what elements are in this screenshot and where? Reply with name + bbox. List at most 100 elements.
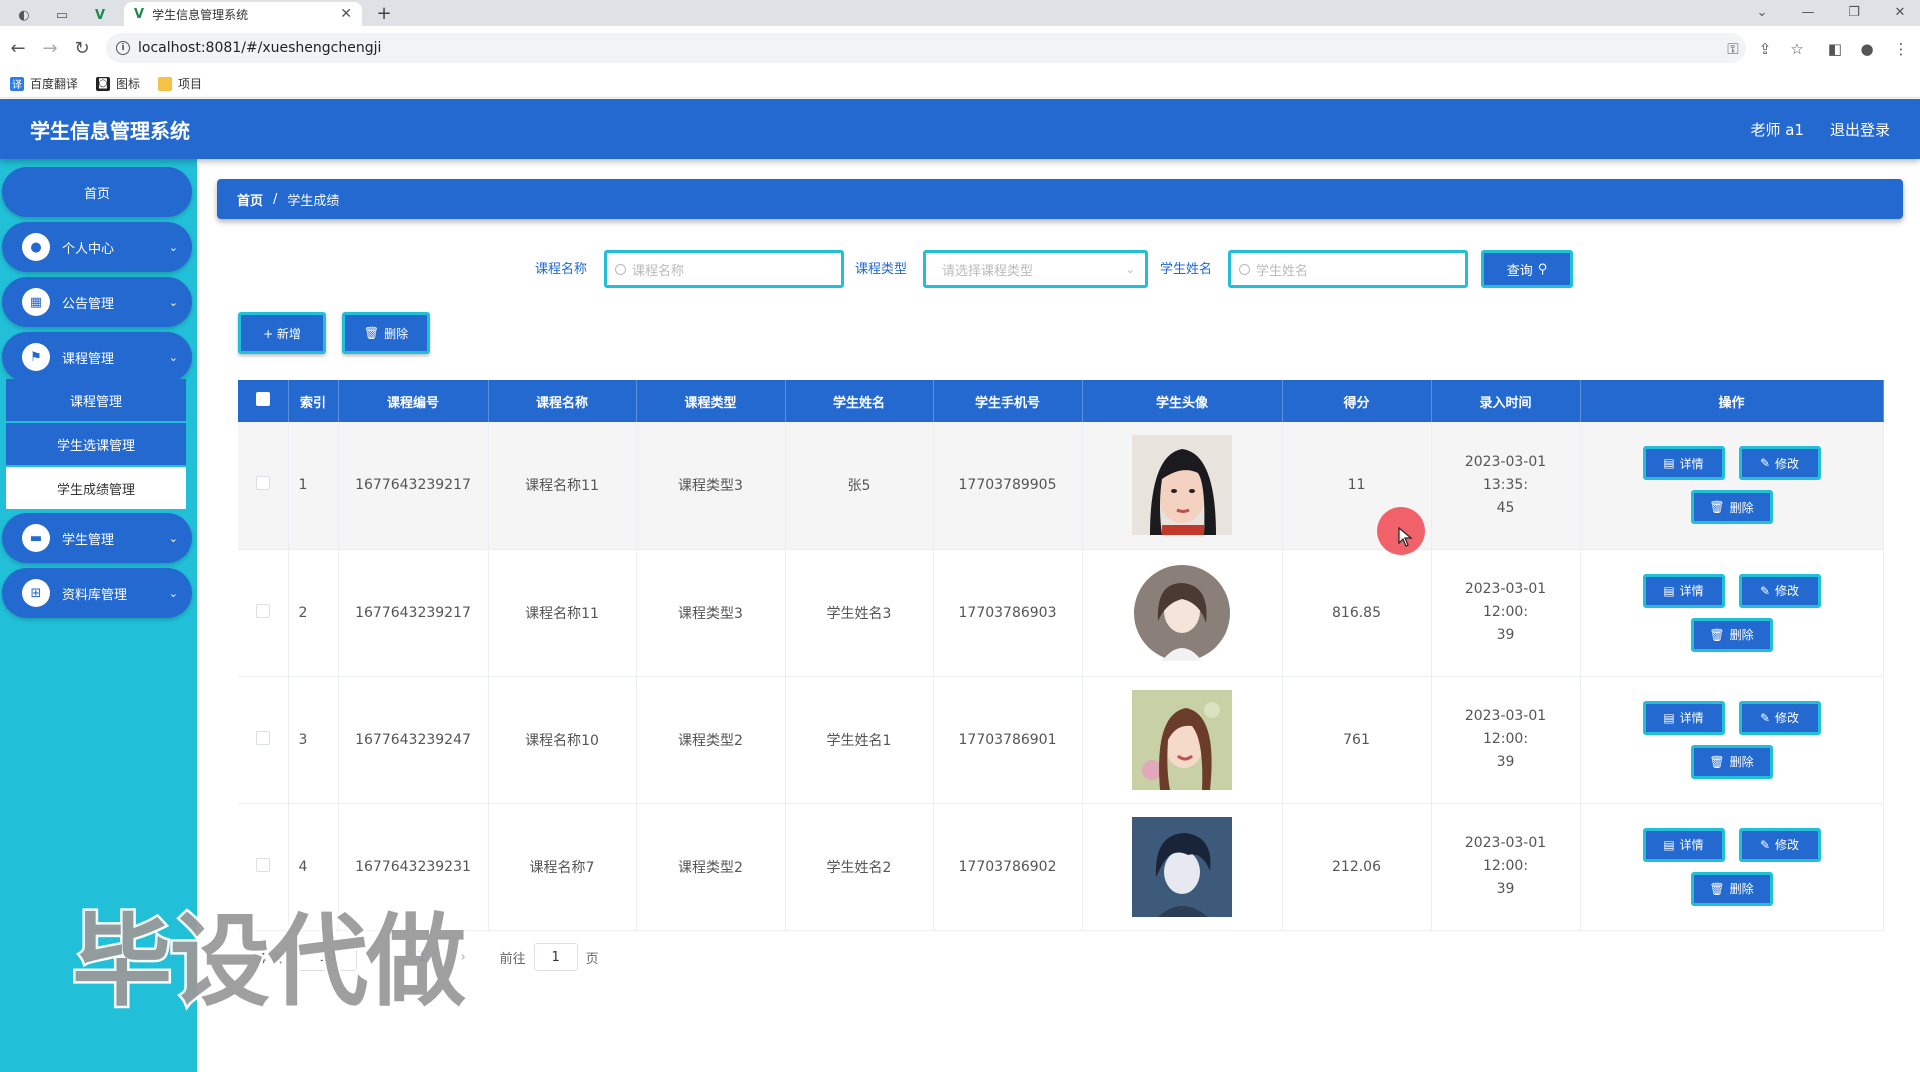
new-tab-icon[interactable]: + — [372, 2, 396, 24]
submenu-course-selection[interactable]: 学生选课管理 — [6, 423, 186, 465]
grades-table: 索引 课程编号 课程名称 课程类型 学生姓名 学生手机号 学生头像 得分 录入时… — [238, 380, 1884, 931]
edit-button[interactable]: ✎ 修改 — [1738, 446, 1821, 481]
row-checkbox[interactable] — [255, 857, 270, 872]
star-icon[interactable]: ☆ — [1786, 38, 1808, 60]
row-student-name: 学生姓名1 — [785, 676, 934, 804]
col-score: 得分 — [1282, 380, 1432, 422]
student-avatar-image[interactable] — [1132, 816, 1232, 917]
course-type-select[interactable]: 请选择课程类型 ⌄ — [923, 250, 1148, 288]
student-avatar-image[interactable] — [1132, 562, 1232, 663]
chevron-up-icon: ⌄ — [168, 350, 178, 364]
info-icon[interactable]: i — [116, 41, 130, 55]
row-course-name: 课程名称11 — [488, 549, 637, 677]
row-course-name: 课程名称7 — [488, 803, 637, 931]
detail-button[interactable]: ▤ 详情 — [1642, 446, 1725, 481]
goto-page-input[interactable]: 1 — [533, 943, 578, 971]
url-text: localhost:8081/#/xueshengchengji — [138, 40, 382, 56]
select-all[interactable] — [238, 380, 289, 422]
row-checkbox[interactable] — [255, 603, 270, 618]
edit-button[interactable]: ✎ 修改 — [1738, 700, 1821, 735]
row-select[interactable] — [238, 676, 289, 804]
breadcrumb-current: 学生成绩 — [287, 193, 340, 209]
submenu-course-management[interactable]: 课程管理 — [6, 379, 186, 421]
bookmark-icons[interactable]: ◙ 图标 — [96, 75, 140, 92]
kebab-menu-icon[interactable]: ⋮ — [1890, 38, 1912, 60]
bookmark-baidu-translate[interactable]: 译 百度翻译 — [10, 75, 78, 92]
search-icon — [1239, 263, 1250, 275]
edit-button[interactable]: ✎ 修改 — [1738, 827, 1821, 862]
sidebar-item-courses[interactable]: ⚑ 课程管理 ⌄ — [2, 332, 192, 382]
goto-label: 前往 — [499, 951, 526, 967]
chevron-down-icon: ⌄ — [168, 586, 178, 600]
sidepanel-icon[interactable]: ◧ — [1824, 38, 1846, 60]
app-header: 学生信息管理系统 老师 a1 退出登录 — [0, 99, 1920, 159]
table-row: 3 1677643239247 课程名称10 课程类型2 学生姓名1 1770378690… — [238, 676, 1884, 804]
row-checkbox[interactable] — [255, 476, 270, 491]
submenu-grades[interactable]: 学生成绩管理 — [6, 467, 186, 509]
vue-tab-icon[interactable]: V — [86, 4, 114, 26]
select-all-checkbox[interactable] — [255, 392, 270, 406]
row-course-code: 1677643239217 — [338, 549, 489, 677]
course-name-input[interactable]: 课程名称 — [604, 250, 844, 288]
detail-button[interactable]: ▤ 详情 — [1642, 573, 1725, 608]
row-select[interactable] — [238, 422, 289, 550]
row-checkbox[interactable] — [255, 730, 270, 745]
row-student-phone: 17703786903 — [933, 549, 1083, 677]
key-icon[interactable]: ⚿ — [1722, 38, 1744, 60]
row-course-code: 1677643239217 — [338, 422, 489, 550]
delete-button[interactable]: 🗑 删除 — [1690, 744, 1773, 779]
detail-button[interactable]: ▤ 详情 — [1642, 827, 1725, 862]
logout-link[interactable]: 退出登录 — [1830, 119, 1890, 140]
bookmark-project[interactable]: 项目 — [158, 75, 202, 92]
edit-button[interactable]: ✎ 修改 — [1738, 573, 1821, 608]
query-button[interactable]: 查询 ⚲ — [1481, 250, 1573, 288]
detail-button[interactable]: ▤ 详情 — [1642, 700, 1725, 735]
add-button[interactable]: + 新增 — [238, 312, 326, 354]
share-icon[interactable]: ⇪ — [1754, 38, 1776, 60]
minimize-icon[interactable]: — — [1790, 2, 1826, 22]
chevron-down-icon: ⌄ — [168, 240, 178, 254]
student-name-input[interactable]: 学生姓名 — [1228, 250, 1468, 288]
forward-icon[interactable]: → — [36, 34, 64, 62]
sidebar-item-library[interactable]: ⊞ 资料库管理 ⌄ — [2, 568, 192, 618]
table-row: 1 1677643239217 课程名称11 课程类型3 张5 17703789905 11… — [238, 422, 1884, 550]
delete-button[interactable]: 🗑 删除 — [1690, 490, 1773, 525]
close-icon[interactable]: ✕ — [340, 6, 352, 22]
back-icon[interactable]: ← — [4, 34, 32, 62]
trash-icon: 🗑 — [1709, 627, 1725, 642]
batch-delete-button[interactable]: 🗑 删除 — [342, 312, 430, 354]
breadcrumb-home[interactable]: 首页 — [237, 190, 263, 209]
blank-tab[interactable]: ▭ — [48, 4, 76, 26]
profile-icon[interactable]: ● — [1856, 38, 1878, 60]
delete-button[interactable]: 🗑 删除 — [1690, 617, 1773, 652]
student-avatar-image[interactable] — [1132, 689, 1232, 790]
page-unit: 页 — [585, 951, 599, 967]
row-score: 816.85 — [1282, 549, 1432, 677]
chevron-down-icon: ⌄ — [168, 295, 178, 309]
restore-icon[interactable]: ❐ — [1836, 2, 1872, 22]
col-course-code: 课程编号 — [338, 380, 489, 422]
pencil-icon: ✎ — [1759, 837, 1771, 852]
reload-icon[interactable]: ↻ — [68, 34, 96, 62]
row-student-phone: 17703786902 — [933, 803, 1083, 931]
row-entry-time: 2023-03-01 13:35: 45 — [1431, 422, 1581, 550]
col-actions: 操作 — [1580, 380, 1884, 422]
row-student-name: 张5 — [785, 422, 934, 550]
window-close-icon[interactable]: ✕ — [1882, 2, 1918, 22]
chevron-down-icon[interactable]: ⌄ — [1744, 2, 1780, 22]
active-tab[interactable]: V 学生信息管理系统 ✕ — [124, 2, 362, 26]
table-row: 4 1677643239231 课程名称7 课程类型2 学生姓名2 17703786902… — [238, 803, 1884, 931]
student-avatar-image[interactable] — [1132, 435, 1232, 536]
pencil-icon: ✎ — [1759, 456, 1771, 471]
sidebar-item-home[interactable]: 首页 — [2, 167, 192, 217]
cursor-icon — [1398, 527, 1413, 547]
history-icon[interactable]: ◐ — [10, 4, 38, 26]
sidebar-item-notices[interactable]: ▦ 公告管理 ⌄ — [2, 277, 192, 327]
row-select[interactable] — [238, 549, 289, 677]
delete-button[interactable]: 🗑 删除 — [1690, 871, 1773, 906]
sidebar-item-students[interactable]: ▬ 学生管理 ⌄ — [2, 513, 192, 563]
row-index: 1 — [288, 422, 339, 550]
url-bar[interactable]: i localhost:8081/#/xueshengchengji — [106, 33, 1746, 63]
student-name-label: 学生姓名 — [1160, 262, 1213, 277]
sidebar-item-profile[interactable]: ● 个人中心 ⌄ — [2, 222, 192, 272]
